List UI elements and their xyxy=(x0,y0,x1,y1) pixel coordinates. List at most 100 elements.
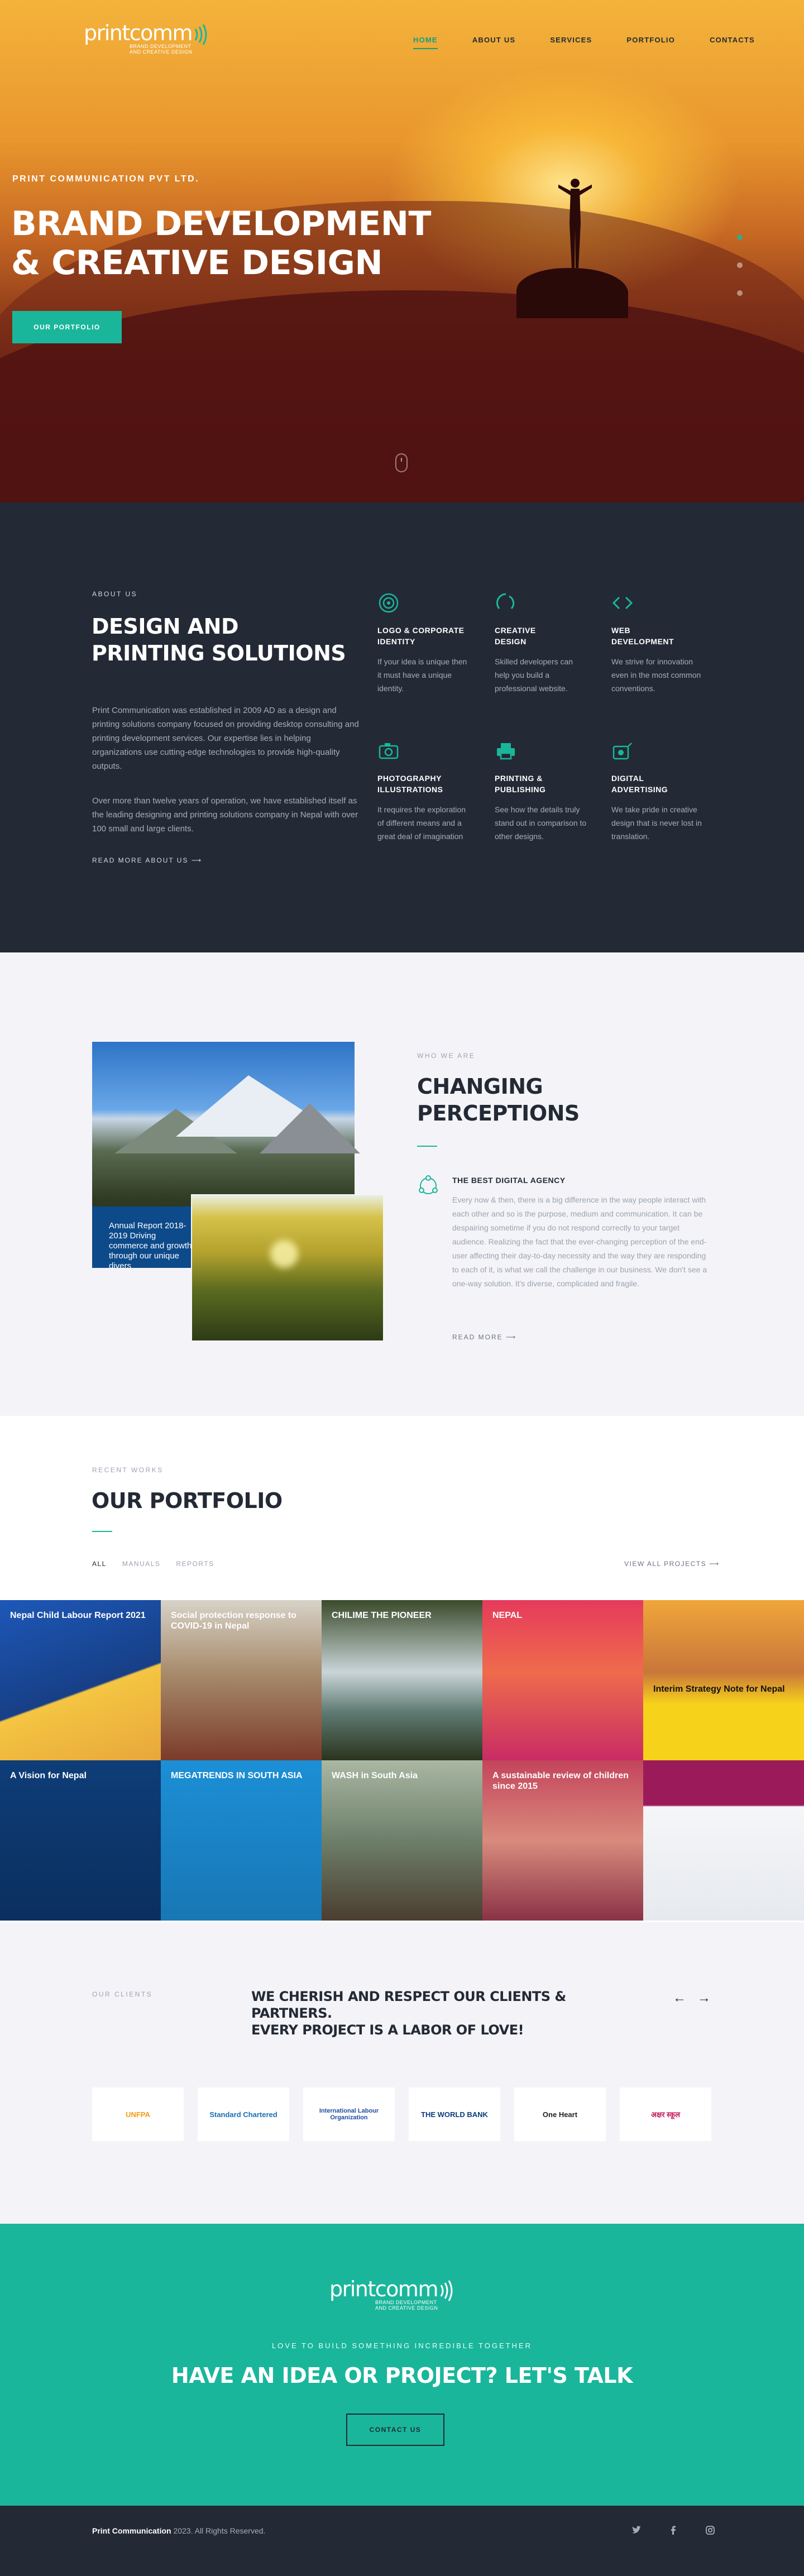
footer-brand-logo[interactable]: printcomm BRAND DEVELOPMENT AND CREATIVE… xyxy=(329,2277,456,2311)
target-icon xyxy=(379,593,399,613)
portfolio-item[interactable]: Nepal Child Labour Report 2021 xyxy=(0,1600,161,1760)
instagram-icon[interactable] xyxy=(705,2525,716,2536)
feature-title: LOGO & CORPORATE IDENTITY xyxy=(377,626,465,646)
our-portfolio-button[interactable]: OUR PORTFOLIO xyxy=(12,311,122,343)
arrow-left-icon[interactable]: ← xyxy=(673,1990,686,2006)
portfolio-section: RECENT WORKS OUR PORTFOLIO ALL MANUALS R… xyxy=(0,1416,804,1922)
filter-manuals[interactable]: MANUALS xyxy=(122,1560,161,1568)
portfolio-item-title: Social protection response to COVID-19 i… xyxy=(171,1611,296,1631)
portfolio-item-title: Interim Strategy Note for Nepal xyxy=(653,1684,785,1694)
report-cover-band: Annual Report 2018-2019 Driving commerce… xyxy=(92,1206,193,1271)
facebook-icon[interactable] xyxy=(668,2525,679,2536)
feature-title: PHOTOGRAPHY ILLUSTRATIONS xyxy=(377,774,443,794)
portfolio-item[interactable]: NEPAL xyxy=(482,1600,643,1760)
logo-wordmark: printcomm xyxy=(329,2277,438,2301)
network-icon xyxy=(419,1175,438,1194)
feature-text: We strive for innovation even in the mos… xyxy=(611,657,701,693)
portfolio-item-title: MEGATRENDS IN SOUTH ASIA xyxy=(171,1771,303,1780)
arrow-right-icon: ⟶ xyxy=(506,1333,517,1341)
portfolio-item-title: A sustainable review of children since 2… xyxy=(492,1771,629,1791)
about-title-line2: PRINTING SOLUTIONS xyxy=(92,641,346,665)
portfolio-item[interactable]: WASH in South Asia xyxy=(322,1760,482,1921)
brand-logo[interactable]: printcomm BRAND DEVELOPMENT AND CREATIVE… xyxy=(84,21,210,55)
main-navbar: printcomm BRAND DEVELOPMENT AND CREATIVE… xyxy=(0,0,804,78)
nav-home[interactable]: HOME xyxy=(413,36,438,49)
portfolio-item[interactable]: Interim Strategy Note for Nepal xyxy=(643,1600,804,1760)
logo-subtitle-line1: BRAND DEVELOPMENT xyxy=(130,44,192,49)
client-logo-ilo[interactable]: International Labour Organization xyxy=(303,2087,395,2141)
portfolio-item-title: NEPAL xyxy=(492,1611,523,1620)
scroll-down-mouse-icon[interactable] xyxy=(395,453,408,472)
agency-title: THE BEST DIGITAL AGENCY xyxy=(452,1176,566,1185)
code-icon xyxy=(612,596,633,610)
signal-waves-icon xyxy=(440,2280,453,2301)
slider-dot-2[interactable] xyxy=(737,262,743,268)
portfolio-item-title: CHILIME THE PIONEER xyxy=(332,1611,432,1620)
accent-divider xyxy=(417,1146,437,1147)
feature-digital-advertising: DIGITAL ADVERTISING We take pride in crea… xyxy=(611,740,706,843)
twitter-icon[interactable] xyxy=(631,2525,642,2536)
who-title-line2: PERCEPTIONS xyxy=(417,1101,580,1126)
copyright-brand: Print Communication xyxy=(92,2526,171,2535)
copyright-text: Print Communication 2023. All Rights Res… xyxy=(92,2526,265,2535)
logo-subtitle: BRAND DEVELOPMENT AND CREATIVE DESIGN xyxy=(130,44,192,55)
contact-us-button[interactable]: CONTACT US xyxy=(346,2414,444,2446)
portfolio-item[interactable] xyxy=(643,1760,804,1921)
view-all-projects-link[interactable]: VIEW ALL PROJECTS ⟶ xyxy=(624,1560,720,1568)
feature-text: It requires the exploration of different… xyxy=(377,805,466,841)
client-logos: UNFPA Standard Chartered International L… xyxy=(92,2087,711,2141)
report-cover-caption: Annual Report 2018-2019 Driving commerce… xyxy=(109,1221,192,1271)
nav-portfolio[interactable]: PORTFOLIO xyxy=(626,36,675,44)
logo-wordmark: printcomm xyxy=(84,21,193,45)
client-logo-standard-chartered[interactable]: Standard Chartered xyxy=(198,2087,289,2141)
logo-subtitle-line2: AND CREATIVE DESIGN xyxy=(130,49,193,55)
hero-title: BRAND DEVELOPMENT & CREATIVE DESIGN xyxy=(11,204,431,283)
hero-section: printcomm BRAND DEVELOPMENT AND CREATIVE… xyxy=(0,0,804,502)
portfolio-item[interactable]: CHILIME THE PIONEER xyxy=(322,1600,482,1760)
nav-menu: HOME ABOUT US SERVICES PORTFOLIO CONTACT… xyxy=(413,36,755,49)
feature-web-development: WEB DEVELOPMENT We strive for innovation … xyxy=(611,592,706,695)
about-section: ABOUT US DESIGN AND PRINTING SOLUTIONS P… xyxy=(0,502,804,952)
portfolio-item[interactable]: MEGATRENDS IN SOUTH ASIA xyxy=(161,1760,322,1921)
filter-all[interactable]: ALL xyxy=(92,1560,107,1568)
feature-text: We take pride in creative design that is… xyxy=(611,805,702,841)
portfolio-grid: Nepal Child Labour Report 2021 Social pro… xyxy=(0,1600,804,1921)
client-logo-unfpa[interactable]: UNFPA xyxy=(92,2087,184,2141)
hero-title-line2: & CREATIVE DESIGN xyxy=(11,243,383,283)
slider-dot-1[interactable] xyxy=(737,234,743,240)
hero-title-line1: BRAND DEVELOPMENT xyxy=(11,204,431,243)
nav-services[interactable]: SERVICES xyxy=(550,36,592,44)
client-logo-akshar-school[interactable]: अक्षर स्कूल xyxy=(620,2087,711,2141)
about-kicker: ABOUT US xyxy=(92,590,138,598)
camera-icon xyxy=(379,743,399,759)
client-logo-world-bank[interactable]: THE WORLD BANK xyxy=(409,2087,500,2141)
who-read-more-link[interactable]: READ MORE ⟶ xyxy=(452,1333,516,1341)
sunset-report-image xyxy=(191,1194,384,1342)
portfolio-kicker: RECENT WORKS xyxy=(92,1466,164,1474)
printer-icon xyxy=(497,743,515,760)
feature-creative-design: CREATIVE DESIGN Skilled developers can he… xyxy=(495,592,590,695)
site-footer: Print Communication 2023. All Rights Res… xyxy=(0,2506,804,2576)
nav-contacts[interactable]: CONTACTS xyxy=(710,36,755,44)
slider-dot-3[interactable] xyxy=(737,290,743,296)
portfolio-item[interactable]: A Vision for Nepal xyxy=(0,1760,161,1921)
feature-title: DIGITAL ADVERTISING xyxy=(611,774,668,794)
logo-subtitle: BRAND DEVELOPMENT AND CREATIVE DESIGN xyxy=(375,2300,438,2311)
feature-photography: PHOTOGRAPHY ILLUSTRATIONS It requires the… xyxy=(377,740,472,843)
filter-reports[interactable]: REPORTS xyxy=(176,1560,214,1568)
client-logo-one-heart[interactable]: One Heart xyxy=(514,2087,606,2141)
read-more-about-label: READ MORE ABOUT US xyxy=(92,856,189,864)
logo-subtitle-line1: BRAND DEVELOPMENT xyxy=(375,2300,437,2305)
portfolio-item[interactable]: A sustainable review of children since 2… xyxy=(482,1760,643,1921)
feature-text: If your idea is unique then it must have… xyxy=(377,657,467,693)
who-kicker: WHO WE ARE xyxy=(417,1052,476,1060)
read-more-about-link[interactable]: READ MORE ABOUT US ⟶ xyxy=(92,856,202,864)
feature-title: CREATIVE DESIGN xyxy=(495,626,536,646)
portfolio-item[interactable]: Social protection response to COVID-19 i… xyxy=(161,1600,322,1760)
carousel-controls: ← → xyxy=(673,1990,711,2006)
who-we-are-section: Annual Report 2018-2019 Driving commerce… xyxy=(0,952,804,1416)
nav-about-us[interactable]: ABOUT US xyxy=(472,36,516,44)
portfolio-item-title: Nepal Child Labour Report 2021 xyxy=(10,1611,146,1620)
arrow-right-icon[interactable]: → xyxy=(697,1990,711,2006)
agency-text: Every now & then, there is a big differe… xyxy=(452,1195,707,1288)
